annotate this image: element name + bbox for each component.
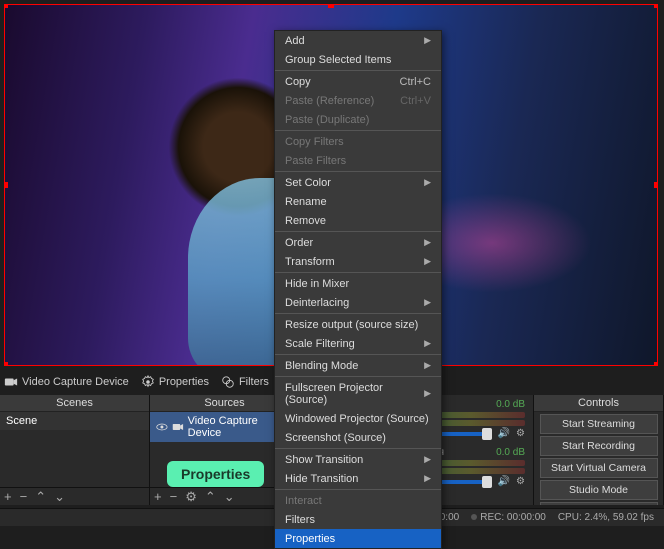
context-menu[interactable]: Add▶Group Selected ItemsCopyCtrl+CPaste … <box>274 30 442 549</box>
menu-item[interactable]: Deinterlacing▶ <box>275 293 441 312</box>
menu-item[interactable]: Rename <box>275 192 441 211</box>
menu-item: Interact <box>275 491 441 510</box>
menu-item[interactable]: Blending Mode▶ <box>275 356 441 375</box>
menu-item[interactable]: Resize output (source size) <box>275 315 441 334</box>
eye-icon[interactable] <box>156 421 168 433</box>
camera-icon <box>4 375 18 389</box>
remove-source-button[interactable]: − <box>170 489 178 504</box>
menu-item[interactable]: Order▶ <box>275 233 441 252</box>
scene-item[interactable]: Scene <box>0 412 149 430</box>
menu-item[interactable]: Transform▶ <box>275 252 441 271</box>
menu-item[interactable]: Group Selected Items <box>275 50 441 69</box>
mute-button[interactable]: 🔊 <box>498 476 510 487</box>
source-props-button[interactable]: ⚙ <box>185 489 197 505</box>
menu-item[interactable]: Show Transition▶ <box>275 450 441 469</box>
track-settings-button[interactable]: ⚙ <box>516 428 525 439</box>
resize-handle[interactable] <box>654 182 658 188</box>
menu-item[interactable]: Screenshot (Source) <box>275 428 441 447</box>
start-recording-button[interactable]: Start Recording <box>540 436 658 456</box>
scene-menu-button[interactable]: ⌃ <box>35 489 46 505</box>
tutorial-callout: Properties <box>167 461 264 487</box>
menu-item[interactable]: Fullscreen Projector (Source)▶ <box>275 378 441 409</box>
menu-item: Paste (Duplicate) <box>275 110 441 129</box>
properties-button[interactable]: Properties <box>141 375 209 389</box>
resize-handle[interactable] <box>654 4 658 8</box>
scenes-panel: Scenes Scene + − ⌃ ⌄ <box>0 395 150 505</box>
settings-button[interactable]: Settings <box>540 502 658 505</box>
menu-item: Copy Filters <box>275 132 441 151</box>
start-streaming-button[interactable]: Start Streaming <box>540 414 658 434</box>
studio-mode-button[interactable]: Studio Mode <box>540 480 658 500</box>
menu-item[interactable]: Remove <box>275 211 441 230</box>
resize-handle[interactable] <box>328 4 334 8</box>
remove-scene-button[interactable]: − <box>20 489 28 504</box>
add-source-button[interactable]: + <box>154 489 162 504</box>
scene-down-button[interactable]: ⌄ <box>54 489 65 505</box>
menu-item[interactable]: Filters <box>275 510 441 529</box>
resize-handle[interactable] <box>4 362 8 366</box>
menu-item: Paste (Reference)Ctrl+V <box>275 91 441 110</box>
menu-item[interactable]: Windowed Projector (Source) <box>275 409 441 428</box>
gear-icon <box>141 375 155 389</box>
rec-status: REC: 00:00:00 <box>480 512 546 523</box>
source-up-button[interactable]: ⌃ <box>205 489 216 505</box>
resize-handle[interactable] <box>4 4 8 8</box>
menu-item[interactable]: Set Color▶ <box>275 173 441 192</box>
menu-item: Paste Filters <box>275 151 441 170</box>
filters-button[interactable]: Filters <box>221 375 269 389</box>
menu-item[interactable]: Add▶ <box>275 31 441 50</box>
mute-button[interactable]: 🔊 <box>498 428 510 439</box>
controls-panel: Controls Start StreamingStart RecordingS… <box>534 395 664 505</box>
resize-handle[interactable] <box>654 362 658 366</box>
source-toolbar: Video Capture Device Properties Filters … <box>4 372 289 392</box>
panel-title: Scenes <box>0 395 149 412</box>
start-virtual-camera-button[interactable]: Start Virtual Camera <box>540 458 658 478</box>
source-down-button[interactable]: ⌄ <box>224 489 235 505</box>
add-scene-button[interactable]: + <box>4 489 12 504</box>
panel-title: Controls <box>534 395 663 412</box>
source-name: Video Capture Device <box>22 376 129 388</box>
menu-item[interactable]: Hide in Mixer <box>275 274 441 293</box>
menu-item[interactable]: CopyCtrl+C <box>275 72 441 91</box>
filter-icon <box>221 375 235 389</box>
cpu-status: CPU: 2.4%, 59.02 fps <box>558 512 654 523</box>
resize-handle[interactable] <box>4 182 8 188</box>
track-settings-button[interactable]: ⚙ <box>516 476 525 487</box>
menu-item[interactable]: Properties <box>275 529 441 548</box>
camera-icon <box>172 421 184 433</box>
menu-item[interactable]: Hide Transition▶ <box>275 469 441 488</box>
menu-item[interactable]: Scale Filtering▶ <box>275 334 441 353</box>
